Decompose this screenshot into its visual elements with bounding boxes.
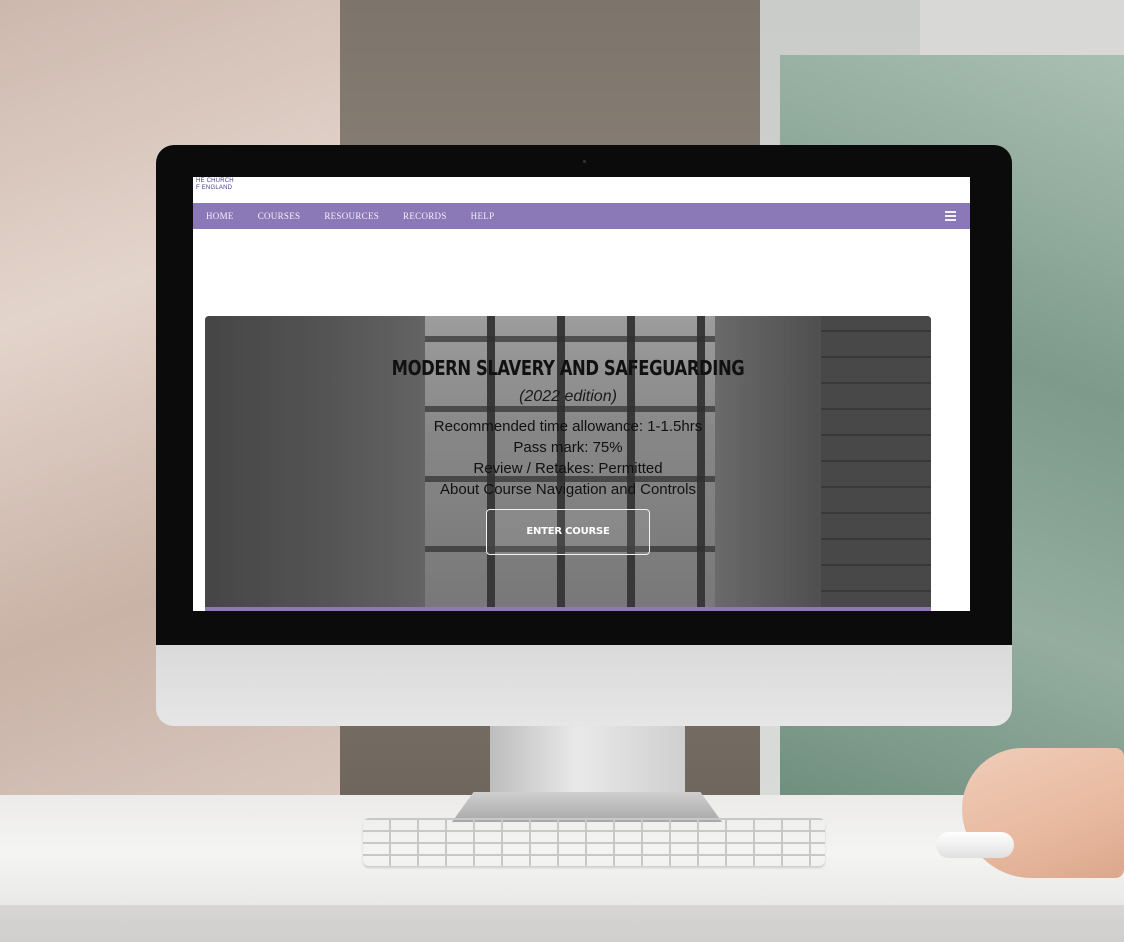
- about-navigation-link[interactable]: About Course Navigation and Controls: [205, 479, 931, 500]
- nav-home[interactable]: HOME: [206, 211, 234, 221]
- banner-accent-line: [205, 607, 931, 611]
- camera-icon: [583, 160, 586, 163]
- course-hero-banner: MODERN SLAVERY AND SAFEGUARDING (2022 ed…: [205, 316, 931, 611]
- enter-course-button[interactable]: ENTER COURSE: [486, 509, 650, 555]
- time-allowance: Recommended time allowance: 1-1.5hrs: [433, 418, 703, 435]
- main-nav: HOME COURSES RESOURCES RECORDS HELP: [193, 203, 970, 229]
- course-edition: (2022 edition): [519, 388, 617, 405]
- header: HE CHURCH F ENGLAND: [193, 177, 970, 203]
- nav-courses[interactable]: COURSES: [258, 211, 301, 221]
- nav-help[interactable]: HELP: [471, 211, 495, 221]
- nav-resources[interactable]: RESOURCES: [324, 211, 379, 221]
- mouse: [936, 832, 1014, 858]
- logo-line-2: F ENGLAND: [196, 185, 233, 191]
- monitor-stand-neck: [490, 722, 685, 800]
- course-title: MODERN SLAVERY AND SAFEGUARDING: [391, 356, 745, 380]
- nav-records[interactable]: RECORDS: [403, 211, 447, 221]
- course-info: MODERN SLAVERY AND SAFEGUARDING (2022 ed…: [205, 356, 931, 555]
- desk-edge: [0, 905, 1124, 942]
- pass-mark: Pass mark: 75%: [513, 439, 623, 456]
- keyboard: [363, 818, 825, 866]
- website-screen: HE CHURCH F ENGLAND HOME COURSES RESOURC…: [193, 177, 970, 611]
- review-retakes: Review / Retakes: Permitted: [473, 460, 663, 477]
- monitor-chin: [156, 640, 1012, 726]
- hamburger-menu-icon[interactable]: [945, 211, 956, 221]
- course-details: Recommended time allowance: 1-1.5hrs Pas…: [205, 416, 931, 500]
- church-of-england-logo[interactable]: HE CHURCH F ENGLAND: [196, 178, 248, 192]
- hand: [962, 748, 1124, 878]
- logo-line-1: HE CHURCH: [196, 178, 234, 184]
